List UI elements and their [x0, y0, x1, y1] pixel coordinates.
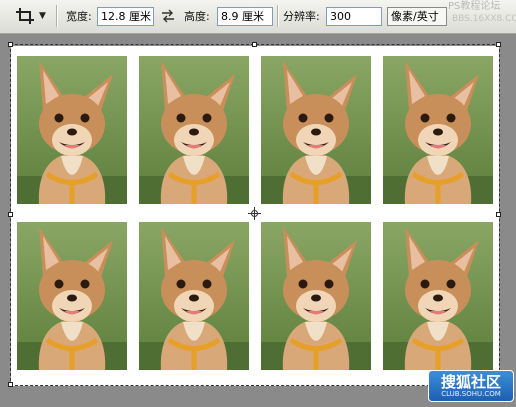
crosshair-icon[interactable] — [248, 207, 261, 220]
resolution-label: 分辨率: — [283, 10, 320, 23]
dog-photo — [383, 56, 493, 204]
dog-photo — [139, 56, 249, 204]
tool-options-bar: ▼ 宽度: 12.8 厘米 高度: 8.9 厘米 分辨率: 300 像素/英寸 … — [0, 0, 516, 34]
dog-photo — [17, 56, 127, 204]
width-label: 宽度: — [66, 10, 92, 23]
divider — [56, 5, 57, 27]
height-field[interactable]: 8.9 厘米 — [217, 7, 273, 26]
swap-arrows-icon[interactable] — [161, 9, 175, 23]
dog-photo — [383, 222, 493, 370]
crop-handle-top-left[interactable] — [8, 42, 13, 47]
logo-url: CLUB.SOHU.COM — [441, 390, 501, 398]
width-field[interactable]: 12.8 厘米 — [97, 7, 154, 26]
dog-photo — [261, 56, 371, 204]
logo-text: 搜狐社区 — [440, 373, 501, 391]
height-label: 高度: — [184, 10, 210, 23]
crop-icon — [16, 8, 34, 24]
watermark-text: PS教程论坛 — [448, 1, 501, 12]
tool-preset-picker[interactable]: ▼ — [6, 5, 50, 27]
resolution-unit-select[interactable]: 像素/英寸 — [387, 7, 447, 26]
crop-handle-right[interactable] — [496, 212, 501, 217]
dog-photo — [261, 222, 371, 370]
divider — [277, 5, 278, 27]
chevron-down-icon[interactable]: ▼ — [39, 11, 46, 21]
site-logo: 搜狐社区 CLUB.SOHU.COM — [428, 370, 514, 402]
crop-handle-bottom-left[interactable] — [8, 382, 13, 387]
crop-handle-top[interactable] — [252, 42, 257, 47]
dog-photo — [17, 222, 127, 370]
crop-handle-top-right[interactable] — [496, 42, 501, 47]
resolution-field[interactable]: 300 — [326, 7, 382, 26]
crop-handle-left[interactable] — [8, 212, 13, 217]
watermark-url: BBS.16XX8.COM — [452, 14, 516, 24]
dog-photo — [139, 222, 249, 370]
